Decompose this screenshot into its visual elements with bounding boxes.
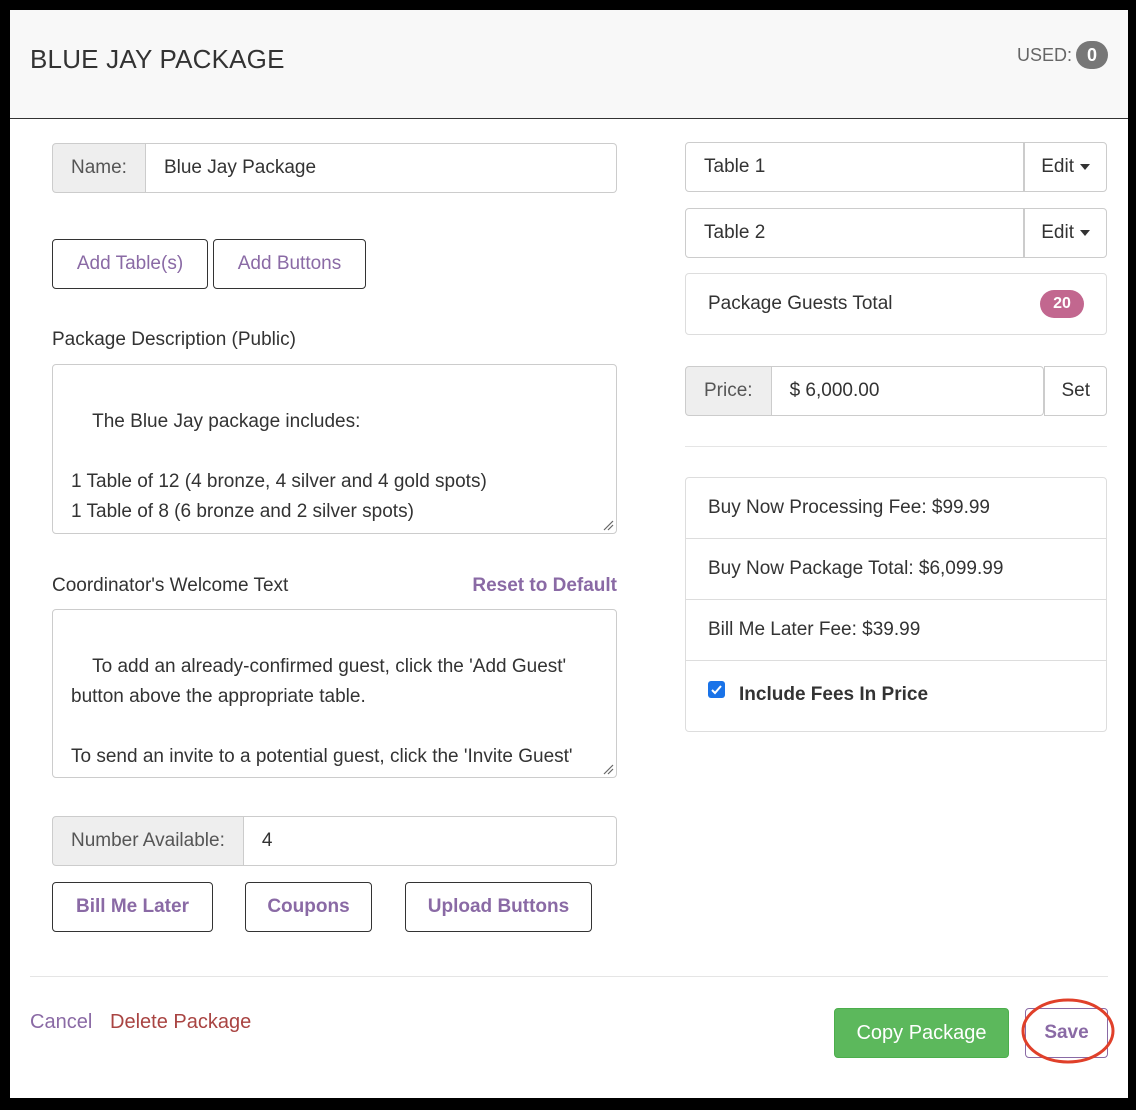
package-guests-item: Package Guests Total 20 bbox=[686, 274, 1106, 334]
coupons-button[interactable]: Coupons bbox=[245, 882, 372, 932]
caret-down-icon bbox=[1080, 230, 1090, 236]
bill-me-later-button[interactable]: Bill Me Later bbox=[52, 882, 213, 932]
welcome-label: Coordinator's Welcome Text bbox=[52, 575, 289, 596]
reset-to-default-link[interactable]: Reset to Default bbox=[472, 575, 617, 597]
price-group: Price: $ 6,000.00 Set bbox=[685, 366, 1107, 416]
description-label: Package Description (Public) bbox=[52, 329, 296, 350]
table-2-input[interactable]: Table 2 bbox=[685, 208, 1025, 258]
price-label: Price: bbox=[685, 366, 772, 416]
cancel-link[interactable]: Cancel bbox=[30, 1011, 92, 1034]
package-guests-panel: Package Guests Total 20 bbox=[685, 273, 1107, 335]
resize-grip-icon[interactable] bbox=[602, 763, 614, 775]
fees-panel: Buy Now Processing Fee: $99.99 Buy Now P… bbox=[685, 477, 1107, 732]
price-input[interactable]: $ 6,000.00 bbox=[771, 366, 1045, 416]
description-textarea[interactable]: The Blue Jay package includes: 1 Table o… bbox=[52, 364, 617, 534]
resize-grip-icon[interactable] bbox=[602, 519, 614, 531]
modal-header: BLUE JAY PACKAGE USED: 0 bbox=[10, 10, 1128, 119]
processing-fee-item: Buy Now Processing Fee: $99.99 bbox=[686, 478, 1106, 539]
description-text: The Blue Jay package includes: 1 Table o… bbox=[71, 411, 487, 522]
add-buttons-button[interactable]: Add Buttons bbox=[213, 239, 366, 289]
used-indicator: USED: 0 bbox=[1017, 41, 1108, 69]
package-total-item: Buy Now Package Total: $6,099.99 bbox=[686, 539, 1106, 600]
bill-later-fee-text: Bill Me Later Fee: $39.99 bbox=[708, 619, 921, 640]
set-price-button[interactable]: Set bbox=[1044, 366, 1107, 416]
check-icon bbox=[711, 684, 722, 694]
upload-buttons-button[interactable]: Upload Buttons bbox=[405, 882, 592, 932]
package-total-text: Buy Now Package Total: $6,099.99 bbox=[708, 558, 1004, 579]
table-2-edit-button[interactable]: Edit bbox=[1024, 208, 1107, 258]
table-1-group: Table 1 Edit bbox=[685, 142, 1107, 192]
used-count-badge: 0 bbox=[1076, 41, 1108, 69]
name-label: Name: bbox=[52, 143, 146, 193]
package-guests-count-badge: 20 bbox=[1040, 290, 1084, 318]
footer-divider bbox=[30, 976, 1108, 977]
divider bbox=[685, 446, 1107, 447]
include-fees-checkbox[interactable] bbox=[708, 680, 725, 698]
table-2-group: Table 2 Edit bbox=[685, 208, 1107, 258]
welcome-text: To add an already-confirmed guest, click… bbox=[71, 656, 580, 777]
edit-label: Edit bbox=[1041, 222, 1074, 243]
welcome-textarea[interactable]: To add an already-confirmed guest, click… bbox=[52, 609, 617, 778]
number-available-input[interactable]: 4 bbox=[243, 816, 617, 866]
table-1-edit-button[interactable]: Edit bbox=[1024, 142, 1107, 192]
highlight-circle-annotation bbox=[1021, 998, 1115, 1064]
table-1-input[interactable]: Table 1 bbox=[685, 142, 1025, 192]
processing-fee-text: Buy Now Processing Fee: $99.99 bbox=[708, 497, 990, 518]
name-input-group: Name: Blue Jay Package bbox=[52, 143, 617, 193]
copy-package-button[interactable]: Copy Package bbox=[834, 1008, 1009, 1058]
delete-package-link[interactable]: Delete Package bbox=[110, 1011, 251, 1034]
number-available-group: Number Available: 4 bbox=[52, 816, 617, 866]
number-available-label: Number Available: bbox=[52, 816, 244, 866]
caret-down-icon bbox=[1080, 164, 1090, 170]
name-input[interactable]: Blue Jay Package bbox=[145, 143, 617, 193]
used-label: USED: bbox=[1016, 44, 1072, 65]
page-title: BLUE JAY PACKAGE bbox=[30, 44, 285, 74]
package-guests-label: Package Guests Total bbox=[708, 293, 893, 314]
include-fees-item: Include Fees In Price bbox=[686, 661, 1106, 729]
bill-later-fee-item: Bill Me Later Fee: $39.99 bbox=[686, 600, 1106, 661]
edit-label: Edit bbox=[1041, 156, 1074, 177]
include-fees-label[interactable]: Include Fees In Price bbox=[739, 684, 928, 706]
add-tables-button[interactable]: Add Table(s) bbox=[52, 239, 208, 289]
package-modal: BLUE JAY PACKAGE USED: 0 Name: Blue Jay … bbox=[10, 10, 1128, 1098]
